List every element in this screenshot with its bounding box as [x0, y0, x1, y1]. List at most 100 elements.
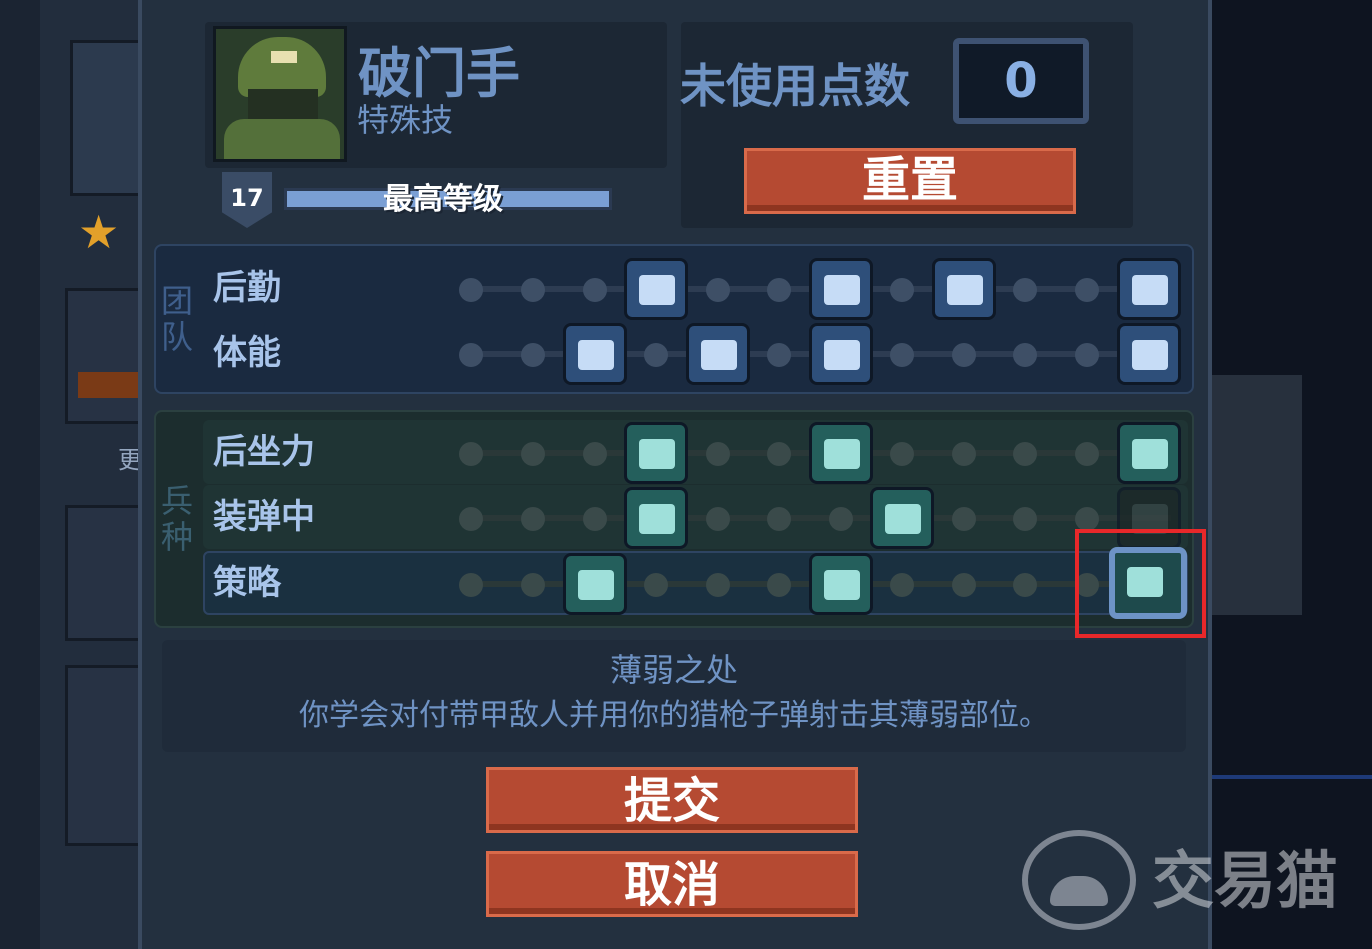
recoil-icon[interactable] — [624, 422, 688, 484]
grit-icon[interactable] — [1117, 323, 1181, 385]
perk-node — [952, 442, 976, 466]
helmet-graphic — [238, 37, 326, 97]
perk-node — [767, 278, 791, 302]
perk-glyph — [1132, 439, 1168, 469]
xp-status: 最高等级 — [383, 182, 503, 217]
perk-node — [521, 442, 545, 466]
perk-node — [890, 573, 914, 597]
perk-node — [1075, 507, 1099, 531]
perk-node — [583, 507, 607, 531]
cat-logo-icon — [1022, 830, 1136, 930]
spread-icon[interactable] — [1117, 422, 1181, 484]
perk-node — [521, 278, 545, 302]
ammo-crate-icon[interactable] — [624, 258, 688, 320]
perk-node — [459, 507, 483, 531]
perk-glyph — [824, 570, 860, 600]
perk-row-name: 体能 — [213, 333, 281, 373]
perk-node — [706, 278, 730, 302]
armor-plus-icon[interactable] — [809, 258, 873, 320]
class-subtitle: 特殊技 — [357, 101, 454, 139]
perk-node — [521, 507, 545, 531]
body-graphic — [224, 119, 340, 159]
shotgun-icon — [78, 372, 138, 398]
perk-node — [1013, 507, 1037, 531]
headlamp-graphic — [271, 51, 297, 63]
perk-node — [767, 343, 791, 367]
perk-node — [1075, 343, 1099, 367]
perk-node — [644, 573, 668, 597]
perk-row-name: 策略 — [213, 563, 281, 603]
perk-node — [767, 442, 791, 466]
perk-node — [1075, 278, 1099, 302]
dash-icon[interactable] — [686, 323, 750, 385]
perk-node — [459, 573, 483, 597]
perk-node — [890, 442, 914, 466]
perk-glyph — [1132, 340, 1168, 370]
perk-node — [459, 343, 483, 367]
perk-row-name: 装弹中 — [213, 497, 315, 537]
perk-node — [521, 573, 545, 597]
perk-glyph — [639, 439, 675, 469]
perk-glyph — [824, 275, 860, 305]
perk-node — [583, 442, 607, 466]
reset-button[interactable]: 重置 — [744, 148, 1076, 214]
watermark: 交易猫 — [1022, 826, 1352, 936]
perk-row-logistics: 后勤 — [203, 256, 1188, 320]
perk-node — [890, 343, 914, 367]
perk-node — [1013, 278, 1037, 302]
perk-node — [1013, 442, 1037, 466]
unused-points-label: 未使用点数 — [680, 59, 910, 113]
perk-node — [952, 343, 976, 367]
perk-node — [952, 573, 976, 597]
perk-glyph — [1132, 275, 1168, 305]
perk-node — [459, 442, 483, 466]
perk-title: 薄弱之处 — [609, 651, 738, 689]
perk-row-recoil: 后坐力 — [203, 420, 1188, 484]
perk-row-fitness: 体能 — [203, 321, 1188, 385]
unused-points-value: 0 — [953, 38, 1089, 124]
grip-icon[interactable] — [809, 553, 873, 615]
team-section-label: 团队 — [156, 284, 194, 356]
class-section-label: 兵种 — [156, 484, 194, 556]
perk-node — [706, 573, 730, 597]
perk-node — [829, 507, 853, 531]
perk-node — [583, 278, 607, 302]
character-portrait — [213, 26, 347, 162]
watermark-text: 交易猫 — [1152, 844, 1339, 917]
perk-glyph — [639, 275, 675, 305]
selection-highlight — [1075, 529, 1206, 638]
perk-node — [644, 343, 668, 367]
perk-glyph — [578, 570, 614, 600]
perk-node — [1013, 573, 1037, 597]
stability-icon[interactable] — [809, 422, 873, 484]
perk-node — [706, 507, 730, 531]
supply-kit-icon[interactable] — [1117, 258, 1181, 320]
perk-description: 你学会对付带甲敌人并用你的猎枪子弹射击其薄弱部位。 — [299, 698, 1049, 733]
star-icon: ★ — [78, 205, 120, 259]
level-number: 17 — [230, 184, 264, 212]
cancel-button[interactable]: 取消 — [486, 851, 858, 917]
perk-node — [459, 278, 483, 302]
shatter-icon[interactable] — [563, 553, 627, 615]
perk-row-reloading: 装弹中 — [203, 485, 1188, 549]
perk-glyph — [885, 504, 921, 534]
medkit-icon[interactable] — [932, 258, 996, 320]
background-divider — [1210, 775, 1372, 779]
perk-node — [521, 343, 545, 367]
perk-node — [1075, 442, 1099, 466]
reload-plus-icon[interactable] — [624, 487, 688, 549]
perk-node — [952, 507, 976, 531]
perk-glyph — [639, 504, 675, 534]
perk-node — [1013, 343, 1037, 367]
perk-node — [767, 507, 791, 531]
perk-glyph — [578, 340, 614, 370]
submit-button[interactable]: 提交 — [486, 767, 858, 833]
class-name: 破门手 — [358, 42, 520, 105]
perk-track — [471, 515, 1171, 521]
perk-glyph — [947, 275, 983, 305]
perk-row-name: 后勤 — [213, 268, 281, 308]
perk-row-tactics: 策略 — [203, 547, 1188, 619]
vest-icon[interactable] — [809, 323, 873, 385]
shells-icon[interactable] — [870, 487, 934, 549]
sprint-icon[interactable] — [563, 323, 627, 385]
